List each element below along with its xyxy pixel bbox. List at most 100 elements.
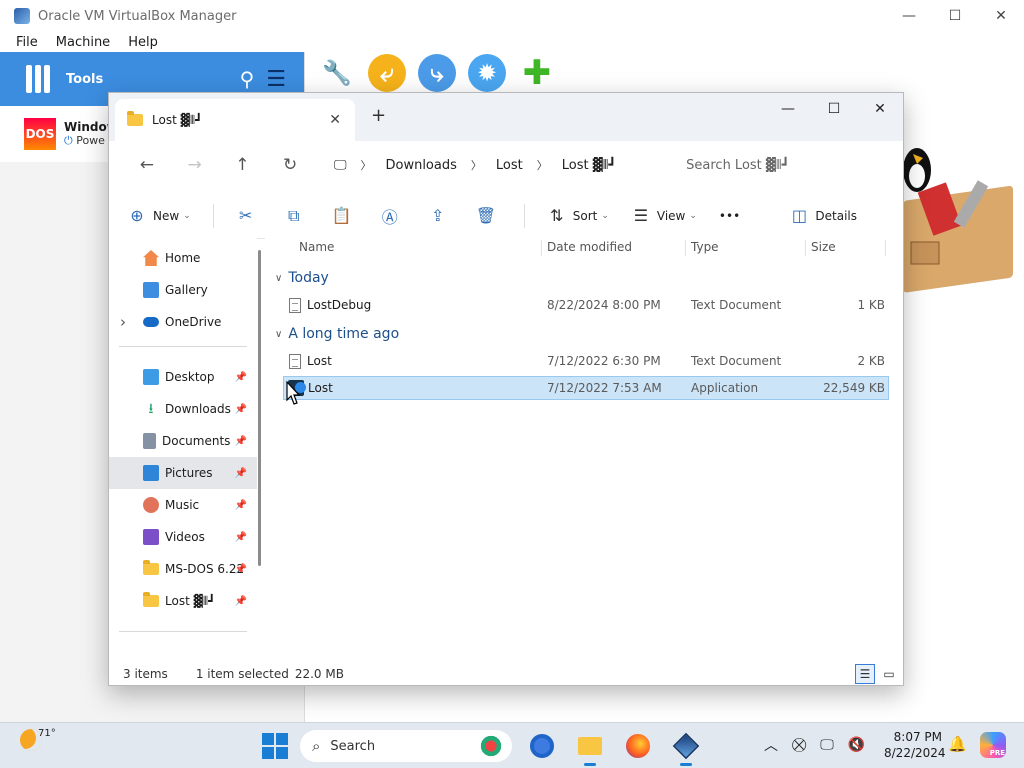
file-row[interactable]: Lost 7/12/2022 6:30 PM Text Document 2 K… [283, 350, 889, 374]
menu-help[interactable]: Help [128, 35, 158, 50]
nav-scrollbar[interactable] [257, 236, 263, 660]
more-options-button[interactable]: ••• [719, 209, 740, 223]
virtualbox-icon [672, 732, 700, 760]
maximize-icon[interactable]: ☐ [811, 93, 857, 125]
chevron-right-icon[interactable]: 〉 [471, 157, 482, 173]
clock[interactable]: 8:07 PM 8/22/2024 [884, 729, 946, 761]
weather-widget[interactable]: 71° [20, 728, 56, 751]
rename-button[interactable]: Ⓐ [380, 204, 406, 228]
new-vm-icon[interactable]: ✹ [468, 54, 506, 92]
pin-icon[interactable]: 📌 [235, 564, 247, 575]
volume-off-icon[interactable]: 🔇 [848, 737, 865, 753]
chrome-icon [530, 734, 554, 758]
file-size: 1 KB [857, 298, 885, 312]
pin-icon[interactable]: 📌 [235, 532, 247, 543]
trash-icon: 🗑 [475, 206, 497, 225]
nav-item-onedrive[interactable]: OneDrive [109, 306, 257, 338]
chevron-right-icon[interactable]: 〉 [360, 157, 371, 173]
pin-icon[interactable]: 📌 [235, 500, 247, 511]
menu-file[interactable]: File [16, 35, 38, 50]
paste-button[interactable]: 📋 [332, 206, 358, 225]
maximize-icon[interactable]: ☐ [932, 0, 978, 32]
back-arrow-icon[interactable]: ← [123, 155, 171, 175]
nav-item-gallery[interactable]: Gallery [109, 274, 257, 306]
pin-icon[interactable]: 📌 [235, 468, 247, 479]
group-header-today[interactable]: ∨ Today [265, 264, 903, 292]
column-name[interactable]: Name [299, 240, 334, 254]
up-arrow-icon[interactable]: ↑ [218, 155, 266, 175]
nav-item-home[interactable]: Home [109, 242, 257, 274]
breadcrumb-current[interactable]: Lost ▓⦀┛ [562, 158, 617, 173]
network-off-icon[interactable]: ⛒ [792, 737, 806, 753]
nav-item-lost[interactable]: Lost ▓⦀┛ 📌 [109, 585, 257, 617]
chevron-right-icon[interactable]: 〉 [537, 157, 548, 173]
close-icon[interactable]: ✕ [978, 0, 1024, 32]
close-icon[interactable]: ✕ [857, 93, 903, 125]
pin-icon[interactable]: ⚲ [240, 67, 255, 91]
forward-arrow-icon[interactable]: → [171, 155, 219, 175]
import-icon[interactable]: ⤶ [368, 54, 406, 92]
column-type[interactable]: Type [691, 240, 719, 254]
nav-item-pictures[interactable]: Pictures 📌 [109, 457, 257, 489]
firefox-app[interactable] [620, 728, 656, 764]
chevron-up-icon[interactable]: ︿ [764, 735, 778, 755]
breadcrumb-downloads[interactable]: Downloads [385, 158, 456, 173]
details-view-icon[interactable]: ☰ [855, 664, 875, 684]
group-header-long-ago[interactable]: ∨ A long time ago [265, 320, 903, 348]
pin-icon[interactable]: 📌 [235, 372, 247, 383]
pin-icon[interactable]: 📌 [235, 596, 247, 607]
nav-item-desktop[interactable]: Desktop 📌 [109, 361, 257, 393]
system-tray: ︿ ⛒ 🖵 🔇 [764, 735, 865, 755]
clock-date: 8/22/2024 [884, 746, 946, 760]
chrome-app[interactable] [524, 728, 560, 764]
export-icon[interactable]: ⤷ [418, 54, 456, 92]
file-row[interactable]: LostDebug 8/22/2024 8:00 PM Text Documen… [283, 294, 889, 318]
pin-icon[interactable]: 📌 [235, 436, 247, 447]
nav-item-msdos[interactable]: MS-DOS 6.22 📌 [109, 553, 257, 585]
add-vm-icon[interactable]: ✚ [518, 53, 556, 93]
tab-close-icon[interactable]: ✕ [329, 112, 341, 128]
new-tab-icon[interactable]: + [371, 105, 386, 126]
cut-button[interactable]: ✂ [236, 206, 262, 225]
share-button[interactable]: ⇪ [428, 206, 454, 225]
file-name: LostDebug [307, 298, 372, 312]
list-icon[interactable]: ☰ [266, 67, 286, 92]
refresh-icon[interactable]: ↻ [266, 155, 314, 175]
copilot-icon[interactable]: PRE [980, 732, 1006, 758]
view-button[interactable]: ☰ View ⌄ [631, 206, 697, 225]
pin-icon[interactable]: 📌 [235, 404, 247, 415]
monitor-icon[interactable]: 🖵 [820, 737, 834, 753]
nav-item-music[interactable]: Music 📌 [109, 489, 257, 521]
file-explorer-window: Lost ▓⦀┛ ✕ + — ☐ ✕ ← → ↑ ↻ 🖵 〉 Downloads… [108, 92, 904, 686]
column-date[interactable]: Date modified [547, 240, 632, 254]
wrench-icon[interactable]: 🔧 [318, 54, 356, 92]
bell-icon[interactable]: 🔔 [948, 735, 967, 753]
start-button[interactable] [262, 733, 288, 759]
breadcrumb-lost[interactable]: Lost [496, 158, 523, 173]
column-divider[interactable] [541, 240, 542, 256]
tiles-view-icon[interactable]: ▭ [879, 664, 899, 684]
nav-item-downloads[interactable]: ⭳ Downloads 📌 [109, 393, 257, 425]
taskbar-search[interactable]: ⌕ Search [300, 730, 512, 762]
address-bar[interactable]: 🖵 〉 Downloads 〉 Lost 〉 Lost ▓⦀┛ [326, 149, 664, 181]
details-button[interactable]: ◫ Details [789, 206, 857, 225]
explorer-tab[interactable]: Lost ▓⦀┛ ✕ [115, 99, 355, 141]
nav-item-documents[interactable]: Documents 📌 [109, 425, 257, 457]
virtualbox-app[interactable] [668, 728, 704, 766]
video-icon [143, 529, 159, 545]
column-divider[interactable] [805, 240, 806, 256]
sort-button[interactable]: ⇅ Sort ⌄ [547, 206, 609, 225]
column-divider[interactable] [685, 240, 686, 256]
minimize-icon[interactable]: — [886, 0, 932, 32]
minimize-icon[interactable]: — [765, 93, 811, 125]
new-button[interactable]: ⊕ New ⌄ [127, 206, 190, 225]
file-explorer-app[interactable] [572, 728, 608, 766]
menu-machine[interactable]: Machine [56, 35, 110, 50]
file-row-selected[interactable]: Lost 7/12/2022 7:53 AM Application 22,54… [283, 376, 889, 400]
column-size[interactable]: Size [811, 240, 836, 254]
search-input[interactable]: Search Lost ▓⦀┛ [674, 149, 903, 181]
copy-button[interactable]: ⧉ [284, 206, 310, 226]
delete-button[interactable]: 🗑 [476, 206, 502, 225]
nav-item-videos[interactable]: Videos 📌 [109, 521, 257, 553]
column-divider[interactable] [885, 240, 886, 256]
